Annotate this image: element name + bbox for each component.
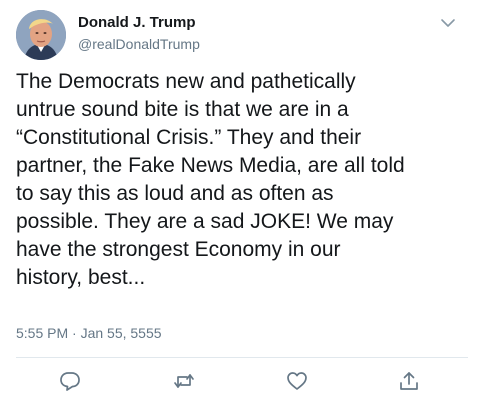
tweet-text-line: history, best... — [16, 266, 146, 289]
author-handle[interactable]: @realDonaldTrump — [78, 36, 200, 52]
retweet-icon — [174, 374, 194, 388]
timestamp[interactable]: 5:55 PM · Jan 55, 5555 — [16, 325, 162, 341]
tweet-text-line: possible. They are a sad JOKE! We may — [16, 210, 394, 233]
tweet-text-line: “Constitutional Crisis.” They and their — [16, 126, 362, 149]
reply-button[interactable] — [59, 370, 81, 392]
share-icon — [400, 372, 418, 390]
avatar[interactable] — [16, 10, 66, 60]
tweet-text-line: The Democrats new and pathetically — [16, 70, 356, 93]
heart-icon — [287, 372, 307, 390]
like-button[interactable] — [286, 370, 308, 392]
tweet-text: The Democrats new and pathetically untru… — [16, 68, 471, 292]
share-button[interactable] — [398, 370, 420, 392]
tweet-text-line: to say this as loud and as often as — [16, 182, 334, 205]
retweet-button[interactable] — [173, 370, 195, 392]
tweet-text-line: untrue sound bite is that we are in a — [16, 98, 349, 121]
tweet-card: Donald J. Trump @realDonaldTrump The Dem… — [0, 0, 480, 410]
chevron-down-icon[interactable] — [438, 14, 458, 32]
tweet-text-line: have the strongest Economy in our — [16, 238, 341, 261]
tweet-text-line: partner, the Fake News Media, are all to… — [16, 154, 405, 177]
divider — [16, 357, 468, 358]
author-name[interactable]: Donald J. Trump — [78, 14, 196, 31]
profile-photo-icon — [16, 10, 66, 60]
reply-icon — [60, 372, 80, 391]
